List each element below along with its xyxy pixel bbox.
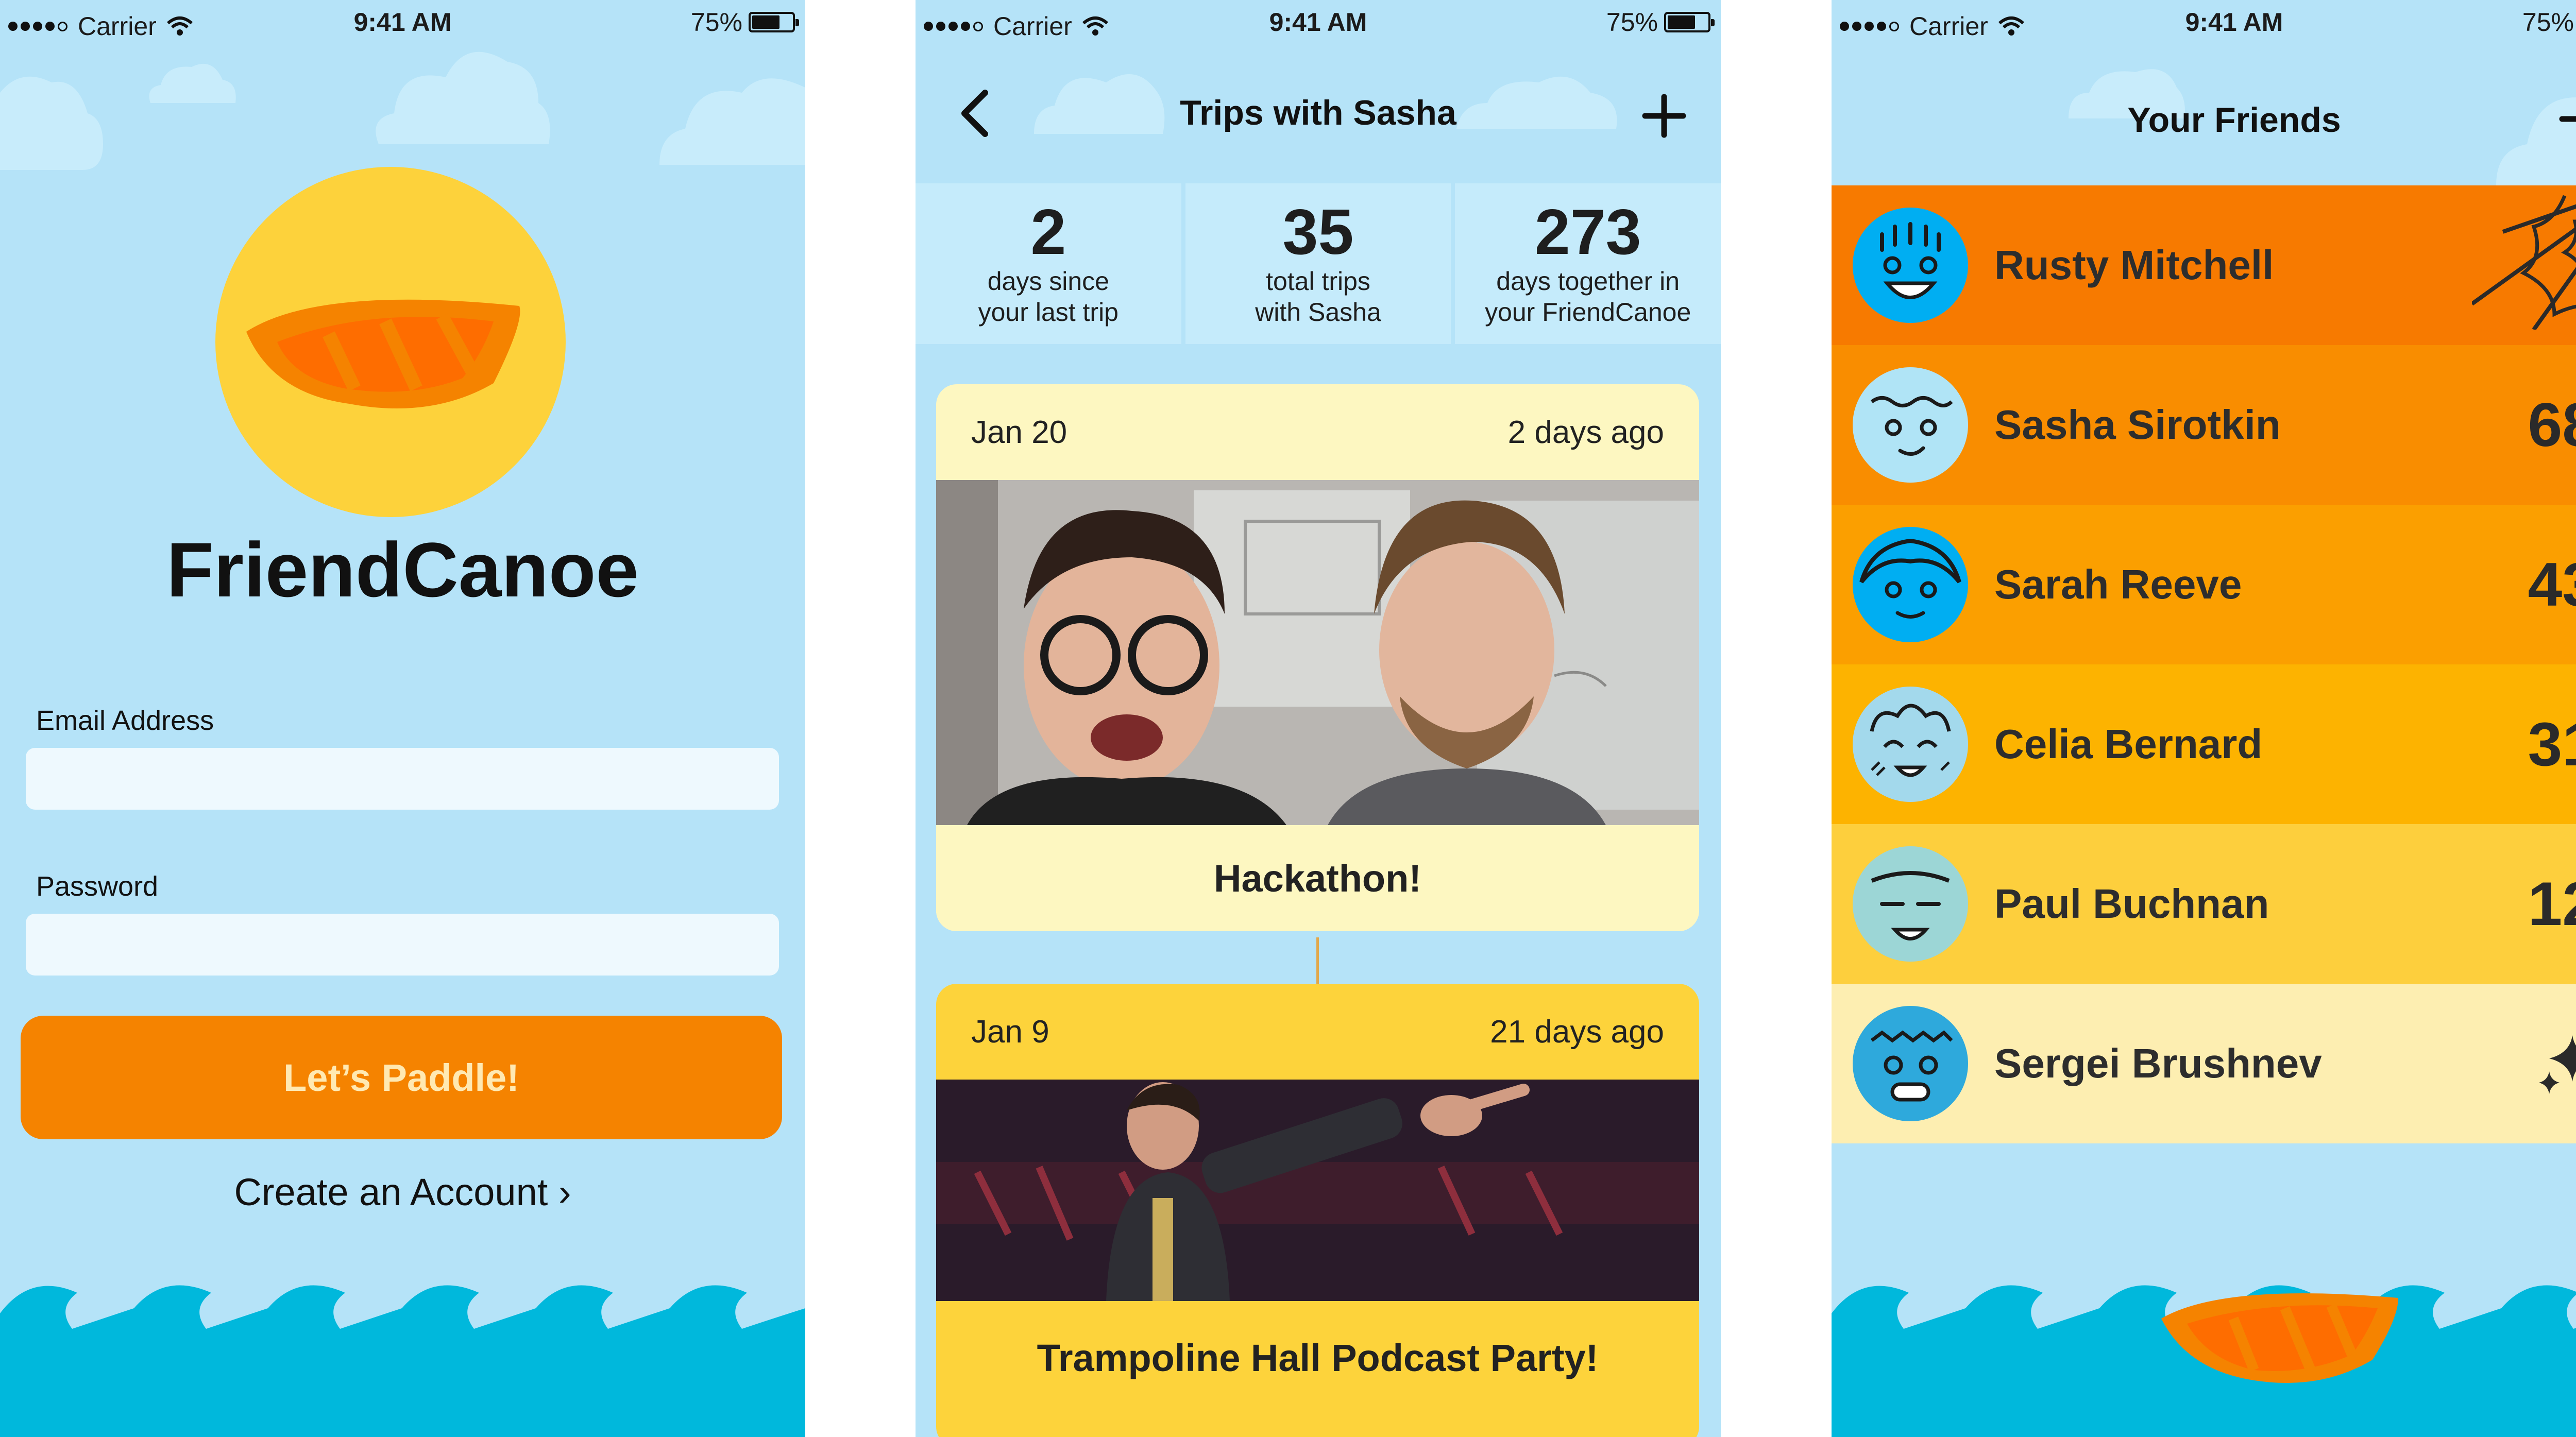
lets-paddle-button[interactable]: Let’s Paddle!: [21, 1016, 782, 1139]
stat-value: 2: [1030, 197, 1066, 268]
email-label: Email Address: [36, 705, 214, 736]
password-label: Password: [36, 871, 159, 902]
stat-label-line2: your last trip: [978, 298, 1118, 327]
spiderweb-icon: [2472, 195, 2576, 330]
status-bar: Carrier 9:41 AM 75%: [916, 0, 1721, 46]
trip-count: 12: [2528, 869, 2576, 938]
battery-icon: [1664, 12, 1715, 32]
status-time: 9:41 AM: [2185, 8, 2283, 37]
trips-screen: Carrier 9:41 AM 75% Trips with Sasha 2 d…: [916, 0, 1721, 1437]
stat-value: 35: [1282, 197, 1354, 268]
cloud-icon: [149, 63, 236, 103]
friend-avatar: [1853, 846, 1968, 962]
app-logo: [215, 167, 566, 517]
friend-row[interactable]: Celia Bernard 31: [1832, 664, 2576, 824]
password-field[interactable]: [26, 914, 779, 976]
trip-photo: [936, 1080, 1699, 1301]
stat-total-trips: 35 total trips with Sasha: [1185, 183, 1451, 344]
friend-row[interactable]: Rusty Mitchell: [1832, 185, 2576, 345]
friends-screen: Carrier 9:41 AM 75% Your Friends Rusty M…: [1832, 0, 2576, 1437]
friend-avatar: [1853, 687, 1968, 802]
trip-caption: Hackathon!: [936, 825, 1699, 931]
battery-icon: [749, 12, 799, 32]
status-bar: Carrier 9:41 AM 75%: [1832, 0, 2576, 46]
trip-photo: [936, 480, 1699, 825]
trip-date: Jan 9: [971, 1014, 1049, 1050]
trip-count: 68: [2528, 390, 2576, 459]
friend-name: Paul Buchnan: [1994, 881, 2269, 927]
canoe-icon: [2161, 1293, 2398, 1383]
email-field[interactable]: [26, 748, 779, 810]
friend-avatar: [1853, 527, 1968, 642]
create-account-link[interactable]: Create an Account ›: [0, 1170, 805, 1214]
stat-days-together: 273 days together in your FriendCanoe: [1455, 183, 1721, 344]
stat-value: 273: [1534, 197, 1641, 268]
battery-percent: 75%: [1606, 8, 1658, 37]
stat-label-line1: total trips: [1266, 267, 1370, 296]
friend-name: Sergei Brushnev: [1994, 1040, 2322, 1086]
trip-card-header: Jan 9 21 days ago: [936, 984, 1699, 1080]
friend-avatar: [1853, 208, 1968, 323]
stat-label-line1: days together in: [1496, 267, 1680, 296]
friend-name: Sasha Sirotkin: [1994, 402, 2281, 448]
sparkle-icon: [2539, 1035, 2576, 1094]
trip-date: Jan 20: [971, 414, 1067, 450]
status-time: 9:41 AM: [1269, 8, 1367, 37]
trip-count: 43: [2528, 550, 2576, 619]
friend-name: Celia Bernard: [1994, 721, 2263, 767]
battery-percent: 75%: [2522, 8, 2574, 37]
page-title: Your Friends: [2127, 100, 2341, 140]
cloud-icon: [659, 78, 805, 165]
waves-decoration: [0, 1285, 805, 1437]
trip-card-header: Jan 20 2 days ago: [936, 384, 1699, 480]
trip-count: 31: [2528, 710, 2576, 779]
page-title: Trips with Sasha: [1180, 93, 1456, 132]
trip-card[interactable]: Jan 20 2 days ago Hackathon!: [936, 384, 1699, 931]
friend-avatar: [1853, 367, 1968, 483]
canoe-icon: [246, 299, 520, 408]
battery-percent: 75%: [690, 8, 742, 37]
stat-label-line2: with Sasha: [1255, 298, 1381, 327]
stat-label-line2: your FriendCanoe: [1485, 298, 1691, 327]
stat-label-line1: days since: [987, 267, 1109, 296]
friend-row[interactable]: Sasha Sirotkin 68: [1832, 345, 2576, 505]
trip-relative-time: 21 days ago: [1490, 1014, 1664, 1050]
friend-avatar: [1853, 1006, 1968, 1121]
trip-relative-time: 2 days ago: [1507, 414, 1664, 450]
trip-stats: 2 days since your last trip 35 total tri…: [916, 183, 1721, 344]
friend-row[interactable]: Paul Buchnan 12: [1832, 824, 2576, 984]
app-title: FriendCanoe: [166, 526, 639, 613]
stat-days-since: 2 days since your last trip: [916, 183, 1181, 344]
friend-name: Sarah Reeve: [1994, 561, 2242, 607]
friend-row[interactable]: Sergei Brushnev: [1832, 984, 2576, 1143]
status-time: 9:41 AM: [353, 8, 452, 37]
trip-card[interactable]: Jan 9 21 days ago Trampoline Hall Podcas…: [936, 984, 1699, 1437]
trip-caption: Trampoline Hall Podcast Party!: [1037, 1336, 1599, 1379]
plus-icon[interactable]: [2558, 96, 2576, 142]
cloud-icon: [376, 52, 550, 144]
cloud-icon: [0, 76, 103, 170]
plus-icon[interactable]: [1641, 93, 1687, 139]
friend-row[interactable]: Sarah Reeve 43: [1832, 505, 2576, 664]
login-screen: Carrier 9:41 AM 75% FriendCanoe Email Ad…: [0, 0, 805, 1437]
